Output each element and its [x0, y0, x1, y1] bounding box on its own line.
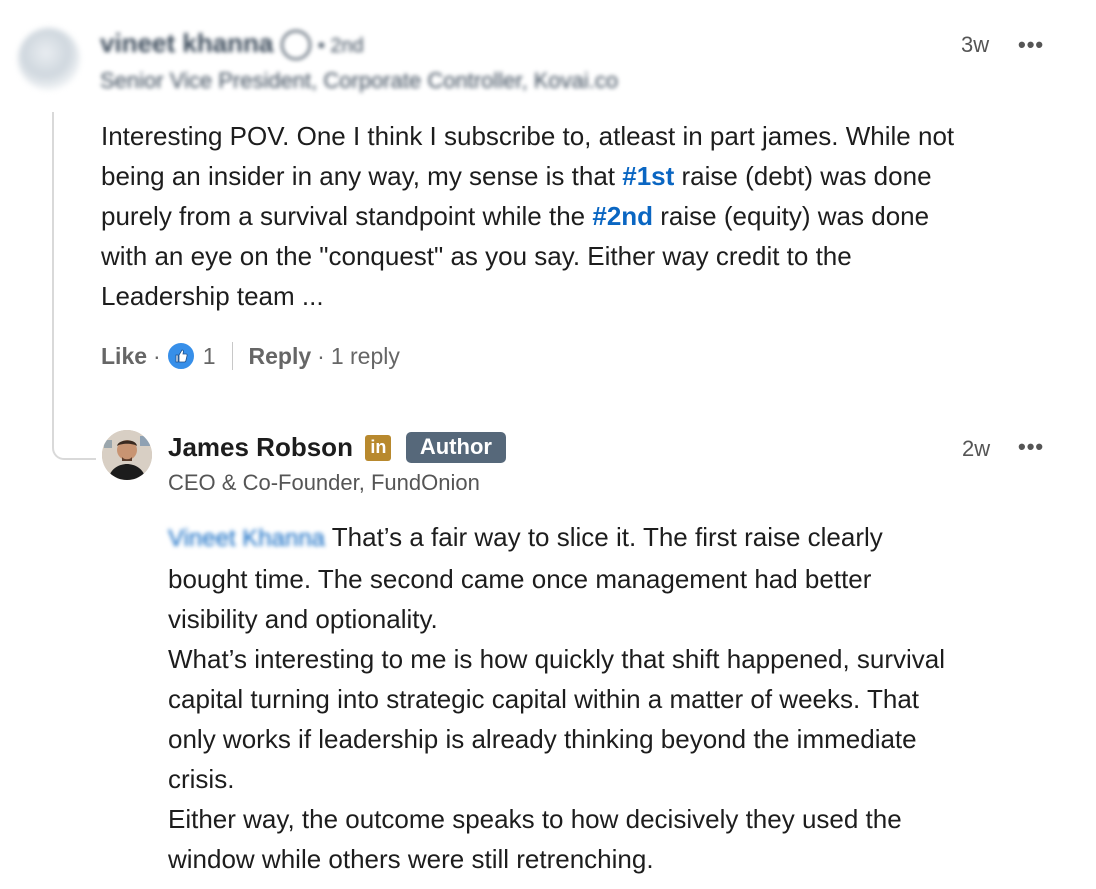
reply-body: Vineet Khanna That’s a fair way to slice… [168, 517, 1078, 879]
avatar-photo [102, 430, 152, 480]
commenter-avatar[interactable] [18, 28, 80, 90]
thumbs-up-icon[interactable] [166, 342, 195, 370]
reply-line: Vineet Khanna That’s a fair way to slice… [168, 522, 883, 552]
separator-dot: · [317, 342, 325, 369]
reply-line: crisis. [168, 764, 235, 794]
reply-line: bought time. The second came once manage… [168, 564, 872, 594]
comment-line: with an eye on the "conquest" as you say… [101, 241, 852, 271]
verified-shield-icon [280, 30, 311, 61]
reply-line: visibility and optionality. [168, 604, 438, 634]
reply-line: only works if leadership is already thin… [168, 724, 917, 754]
commenter-name[interactable]: vineet khanna • 2nd [100, 28, 364, 61]
comment-line: Interesting POV. One I think I subscribe… [101, 121, 955, 151]
comment-line: purely from a survival standpoint while … [101, 201, 930, 231]
reply-line: capital turning into strategic capital w… [168, 684, 920, 714]
comment-more-options-icon[interactable]: ••• [1018, 32, 1044, 58]
action-divider [231, 342, 233, 370]
reply-line: What’s interesting to me is how quickly … [168, 644, 946, 674]
separator-dot: · [153, 342, 161, 369]
reaction-count[interactable]: 1 [203, 343, 216, 370]
hashtag-link[interactable]: #1st [622, 161, 674, 191]
like-button[interactable]: Like [101, 343, 147, 370]
comment-body: Interesting POV. One I think I subscribe… [101, 116, 1071, 316]
commenter-headline: Senior Vice President, Corporate Control… [100, 68, 619, 93]
hashtag-link[interactable]: #2nd [592, 201, 653, 231]
reply-author-headline: CEO & Co-Founder, FundOnion [168, 470, 480, 495]
comment-line: being an insider in any way, my sense is… [101, 161, 932, 191]
reply-button[interactable]: Reply [249, 343, 312, 370]
reply-author-avatar[interactable] [102, 430, 152, 480]
author-badge: Author [405, 432, 506, 463]
comment-actions: Like · 1 Reply · 1 reply [101, 340, 400, 372]
mention-link[interactable]: Vineet Khanna [168, 525, 325, 552]
reply-more-options-icon[interactable]: ••• [1018, 434, 1044, 460]
linkedin-premium-icon: in [365, 434, 392, 461]
reply-line: Either way, the outcome speaks to how de… [168, 804, 902, 834]
thread-connector-line [52, 112, 96, 460]
reply-author-name[interactable]: James Robson [168, 432, 353, 462]
reply-count-link[interactable]: 1 reply [331, 343, 400, 370]
comment-timestamp: 3w [961, 32, 990, 57]
reply-author-row: James Robson in Author [168, 432, 506, 463]
reply-timestamp: 2w [962, 436, 991, 461]
comment-line: Leadership team ... [101, 281, 324, 311]
reply-line: window while others were still retrenchi… [168, 844, 654, 874]
